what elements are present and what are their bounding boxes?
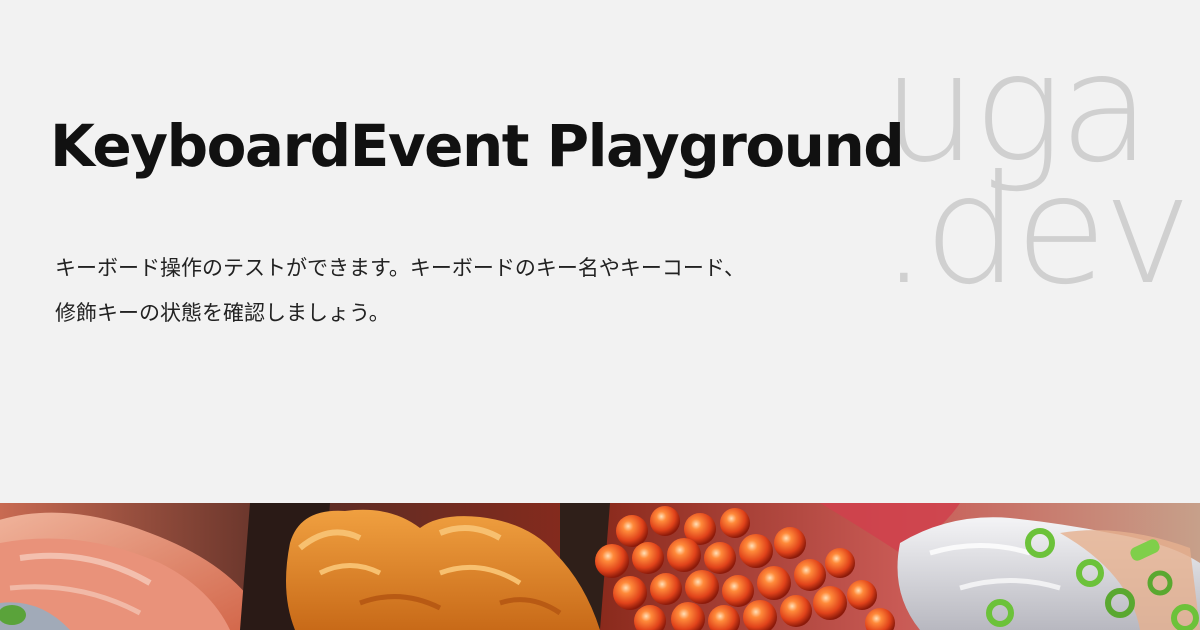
description-line-1: キーボード操作のテストができます。キーボードのキー名やキーコード、 [55,256,746,280]
page-title: KeyboardEvent Playground [50,112,905,180]
page-description: キーボード操作のテストができます。キーボードのキー名やキーコード、 修飾キーの状… [55,246,835,336]
sushi-photo [0,503,1200,630]
og-card: uga .dev KeyboardEvent Playground キーボード操… [0,0,1200,630]
description-line-2: 修飾キーの状態を確認しましょう。 [55,301,390,325]
sushi-photo-illustration [0,503,1200,630]
watermark-line-2: .dev [880,144,1192,318]
